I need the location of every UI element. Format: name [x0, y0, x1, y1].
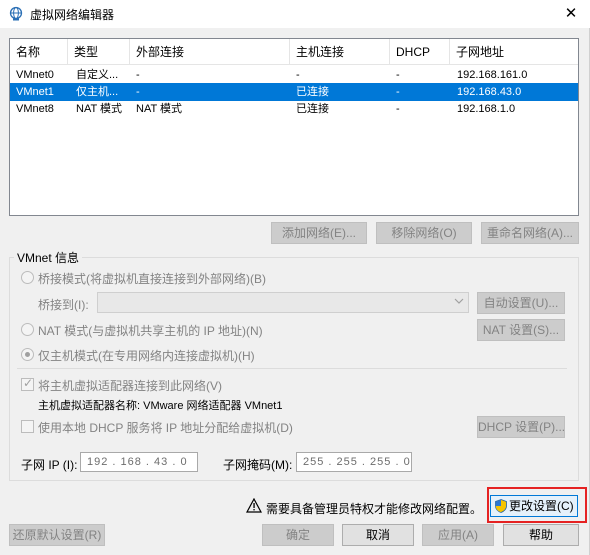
subnet-ip-label: 子网 IP (I):	[21, 458, 78, 472]
network-list[interactable]: 名称 类型 外部连接 主机连接 DHCP 子网地址 VMnet0 自定义... …	[9, 38, 579, 216]
separator	[17, 368, 567, 369]
change-settings-button[interactable]: 更改设置(C)	[490, 495, 578, 517]
nat-settings-button[interactable]: NAT 设置(S)...	[477, 319, 565, 341]
host-only-radio[interactable]	[21, 348, 34, 361]
adapter-name-text: 主机虚拟适配器名称: VMware 网络适配器 VMnet1	[38, 400, 283, 412]
connect-adapter-checkbox[interactable]	[21, 376, 34, 391]
table-row-selected[interactable]: VMnet1 仅主机... - 已连接 - 192.168.43.0	[10, 83, 578, 101]
column-header-host[interactable]: 主机连接	[290, 39, 390, 65]
cell-external: -	[136, 86, 140, 98]
change-settings-label: 更改设置(C)	[509, 499, 574, 513]
cell-type: 自定义...	[76, 69, 119, 81]
bridge-to-dropdown[interactable]	[97, 292, 469, 313]
vmnet-info-group	[9, 257, 579, 481]
cell-type: 仅主机...	[76, 86, 119, 98]
cell-name: VMnet0	[16, 69, 54, 81]
cell-dhcp: -	[396, 86, 400, 98]
auto-settings-button[interactable]: 自动设置(U)...	[477, 292, 565, 314]
cell-subnet: 192.168.1.0	[457, 103, 516, 115]
network-list-header: 名称 类型 外部连接 主机连接 DHCP 子网地址	[10, 39, 578, 65]
cell-external: -	[136, 69, 140, 81]
cell-type: NAT 模式	[76, 103, 123, 115]
bridge-mode-label: 桥接模式(将虚拟机直接连接到外部网络)(B)	[38, 272, 266, 286]
cell-subnet: 192.168.161.0	[457, 69, 528, 81]
ok-button[interactable]: 确定	[262, 524, 334, 546]
admin-notice-text: 需要具备管理员特权才能修改网络配置。	[266, 502, 483, 516]
cell-dhcp: -	[396, 69, 400, 81]
use-dhcp-checkbox[interactable]	[21, 420, 34, 433]
column-header-subnet[interactable]: 子网地址	[450, 39, 578, 65]
cell-host: -	[296, 69, 300, 81]
vmnet-info-label: VMnet 信息	[14, 249, 83, 266]
table-row[interactable]: VMnet8 NAT 模式 NAT 模式 已连接 - 192.168.1.0	[10, 100, 578, 118]
use-dhcp-label: 使用本地 DHCP 服务将 IP 地址分配给虚拟机(D)	[38, 421, 293, 435]
cell-subnet: 192.168.43.0	[457, 86, 522, 98]
table-row[interactable]: VMnet0 自定义... - - - 192.168.161.0	[10, 66, 578, 84]
rename-network-button[interactable]: 重命名网络(A)...	[481, 222, 579, 244]
subnet-mask-label: 子网掩码(M):	[223, 458, 293, 472]
connect-adapter-label: 将主机虚拟适配器连接到此网络(V)	[38, 379, 222, 393]
nat-mode-radio[interactable]	[21, 323, 34, 336]
cancel-button[interactable]: 取消	[342, 524, 414, 546]
cell-dhcp: -	[396, 103, 400, 115]
window-title: 虚拟网络编辑器	[30, 8, 115, 22]
host-only-label: 仅主机模式(在专用网络内连接虚拟机)(H)	[38, 349, 255, 363]
cell-name: VMnet1	[16, 86, 54, 98]
cell-host: 已连接	[296, 86, 329, 98]
title-bar: 虚拟网络编辑器 ✕	[0, 0, 590, 28]
column-header-type[interactable]: 类型	[68, 39, 130, 65]
column-header-name[interactable]: 名称	[10, 39, 68, 65]
virtual-network-editor-window: 虚拟网络编辑器 ✕ 名称 类型 外部连接 主机连接 DHCP 子网地址 VMne…	[0, 0, 590, 555]
warning-icon	[246, 498, 262, 513]
bridge-mode-radio[interactable]	[21, 271, 34, 284]
column-header-external[interactable]: 外部连接	[130, 39, 290, 65]
globe-network-icon	[9, 6, 23, 21]
apply-button[interactable]: 应用(A)	[422, 524, 494, 546]
bridge-to-label: 桥接到(I):	[38, 298, 89, 312]
remove-network-button[interactable]: 移除网络(O)	[376, 222, 472, 244]
column-header-dhcp[interactable]: DHCP	[390, 39, 450, 65]
subnet-mask-input[interactable]: 255 . 255 . 255 . 0	[296, 452, 412, 472]
dhcp-settings-button[interactable]: DHCP 设置(P)...	[477, 416, 565, 438]
subnet-ip-input[interactable]: 192 . 168 . 43 . 0	[80, 452, 198, 472]
chevron-down-icon	[454, 298, 464, 304]
cell-external: NAT 模式	[136, 103, 183, 115]
cell-name: VMnet8	[16, 103, 54, 115]
nat-mode-label: NAT 模式(与虚拟机共享主机的 IP 地址)(N)	[38, 324, 263, 338]
restore-defaults-button[interactable]: 还原默认设置(R)	[9, 524, 105, 546]
cell-host: 已连接	[296, 103, 329, 115]
help-button[interactable]: 帮助	[503, 524, 579, 546]
close-button[interactable]: ✕	[558, 2, 584, 26]
uac-shield-icon	[495, 499, 507, 513]
add-network-button[interactable]: 添加网络(E)...	[271, 222, 367, 244]
